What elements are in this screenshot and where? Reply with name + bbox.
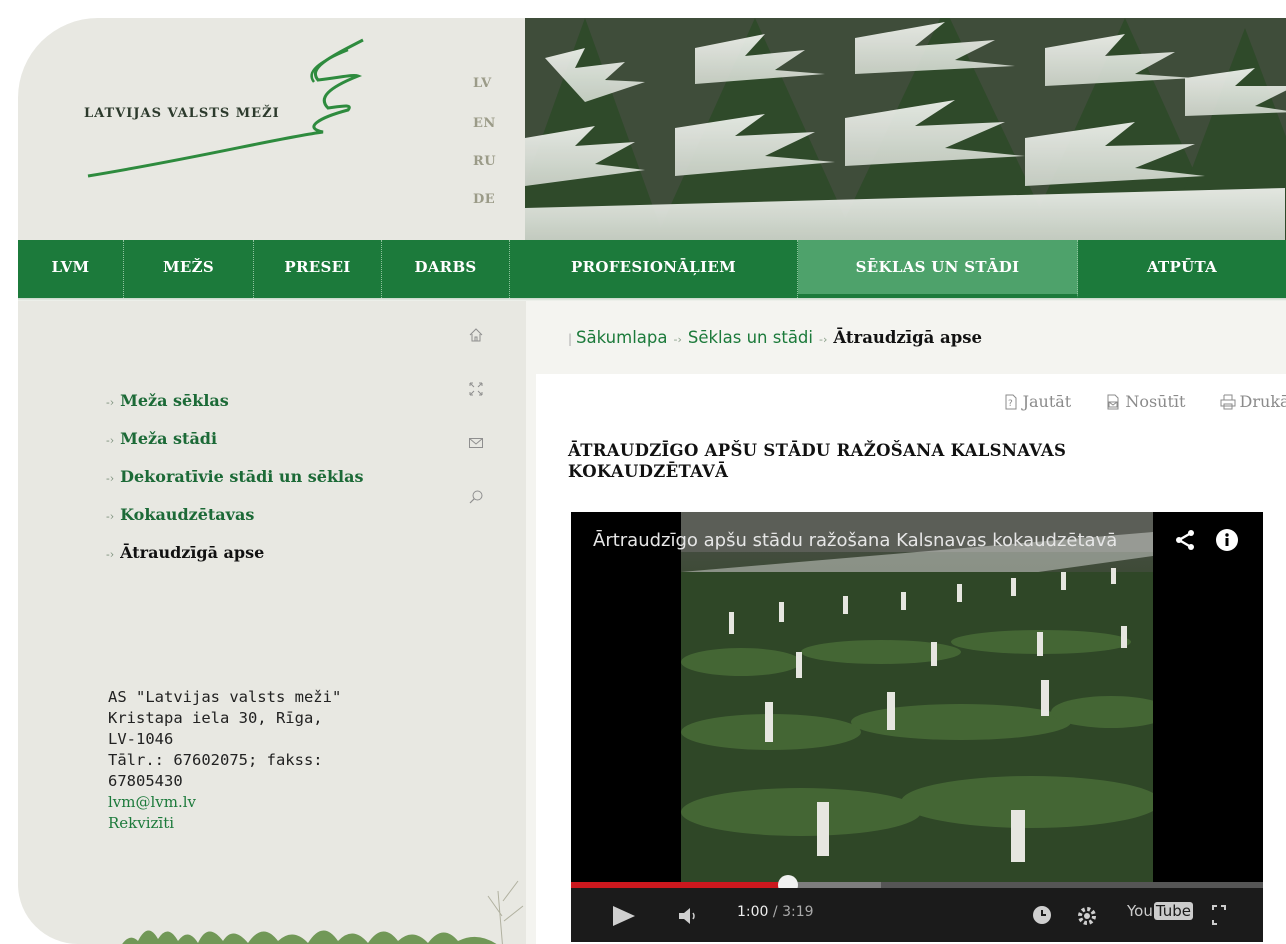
video-controls: 1:00 / 3:19 You Tube bbox=[571, 888, 1263, 942]
ask-button[interactable]: ? Jautāt bbox=[1002, 392, 1072, 411]
chevron-right-icon: -› bbox=[106, 472, 115, 485]
youtube-logo[interactable]: You Tube bbox=[1127, 902, 1194, 920]
nav-item-mezs[interactable]: MEŽS bbox=[124, 240, 254, 298]
chevron-right-icon: -› bbox=[106, 434, 115, 447]
side-menu-item-atraudziga-apse[interactable]: -› Ātraudzīgā apse bbox=[106, 543, 364, 581]
header-photo-snowy-forest bbox=[525, 18, 1286, 240]
logo-swoosh-icon[interactable] bbox=[78, 28, 378, 178]
address-fax: 67805430 bbox=[108, 772, 183, 790]
ask-label: Jautāt bbox=[1022, 392, 1072, 411]
print-label: Drukāt bbox=[1239, 392, 1286, 411]
breadcrumb-home[interactable]: Sākumlapa bbox=[576, 328, 667, 347]
side-menu-item-dekorativie[interactable]: -› Dekoratīvie stādi un sēklas bbox=[106, 467, 364, 505]
nav-item-lvm[interactable]: LVM bbox=[18, 240, 124, 298]
content-area: | Sākumlapa -› Sēklas un stādi -› Ātraudzīgā … bbox=[526, 301, 1286, 944]
send-mail-icon bbox=[1107, 394, 1119, 409]
address-street: Kristapa iela 30, Rīga, bbox=[108, 709, 323, 727]
address-postcode: LV-1046 bbox=[108, 730, 174, 748]
duration: 3:19 bbox=[782, 904, 814, 920]
watch-later-clock-icon[interactable] bbox=[1031, 904, 1053, 926]
info-icon[interactable] bbox=[1215, 528, 1239, 552]
article-title: ĀTRAUDZĪGO APŠU STĀDU RAŽOŠANA KALSNAVAS… bbox=[568, 440, 1228, 482]
nav-item-presei[interactable]: PRESEI bbox=[254, 240, 382, 298]
video-frame[interactable] bbox=[681, 512, 1153, 882]
nav-item-seklas-un-stadi[interactable]: SĒKLAS UN STĀDI bbox=[798, 240, 1078, 298]
article-tools: ? Jautāt Nosūtīt Drukāt bbox=[974, 392, 1286, 415]
page: LATVIJAS VALSTS MEŽI LV EN RU DE LVM MEŽ… bbox=[18, 18, 1286, 944]
logo-text[interactable]: LATVIJAS VALSTS MEŽI bbox=[84, 106, 280, 121]
address-phone: Tālr.: 67602075; fakss: bbox=[108, 751, 323, 769]
side-menu: -› Meža sēklas -› Meža stādi -› Dekoratīvie… bbox=[106, 391, 364, 581]
svg-text:?: ? bbox=[1008, 399, 1013, 409]
chevron-right-icon: -› bbox=[106, 548, 115, 561]
youtube-logo-tube: Tube bbox=[1153, 902, 1194, 920]
video-time: 1:00 / 3:19 bbox=[737, 904, 814, 920]
chevron-right-icon: -› bbox=[673, 333, 682, 346]
side-menu-label: Meža stādi bbox=[120, 429, 218, 448]
details-link[interactable]: Rekvizīti bbox=[108, 813, 408, 834]
article: ? Jautāt Nosūtīt Drukāt ĀTRAUDZĪGO APŠU … bbox=[536, 374, 1286, 944]
email-link[interactable]: lvm@lvm.lv bbox=[108, 792, 408, 813]
side-menu-label: Dekoratīvie stādi un sēklas bbox=[120, 467, 364, 486]
youtube-logo-you: You bbox=[1127, 902, 1153, 920]
chevron-right-icon: -› bbox=[819, 333, 828, 346]
sidebar-tool-icons bbox=[468, 327, 488, 543]
mail-icon[interactable] bbox=[468, 435, 484, 451]
article-title-line1: ĀTRAUDZĪGO APŠU STĀDU RAŽOŠANA KALSNAVAS bbox=[568, 441, 1067, 460]
volume-icon[interactable] bbox=[677, 904, 701, 928]
article-title-line2: KOKAUDZĒTAVĀ bbox=[568, 462, 729, 481]
question-doc-icon: ? bbox=[1005, 394, 1017, 409]
address-company: AS "Latvijas valsts meži" bbox=[108, 688, 342, 706]
side-menu-label: Kokaudzētavas bbox=[120, 505, 255, 524]
header-branding: LATVIJAS VALSTS MEŽI LV EN RU DE bbox=[18, 18, 525, 240]
side-menu-label: Meža sēklas bbox=[120, 391, 229, 410]
nav-item-profesionaliem[interactable]: PROFESIONĀĻIEM bbox=[510, 240, 798, 298]
treeline-decoration bbox=[122, 880, 524, 944]
side-menu-label: Ātraudzīgā apse bbox=[120, 543, 265, 562]
breadcrumb-section[interactable]: Sēklas un stādi bbox=[688, 328, 813, 347]
print-button[interactable]: Drukāt bbox=[1219, 392, 1286, 411]
nav-item-atputa[interactable]: ATPŪTA bbox=[1078, 240, 1286, 298]
main-nav: LVM MEŽS PRESEI DARBS PROFESIONĀĻIEM SĒK… bbox=[18, 240, 1286, 298]
breadcrumb: | Sākumlapa -› Sēklas un stādi -› Ātraudzīgā … bbox=[568, 328, 982, 347]
lang-ru[interactable]: RU bbox=[473, 154, 513, 169]
breadcrumb-current: Ātraudzīgā apse bbox=[833, 328, 983, 347]
chevron-right-icon: -› bbox=[106, 510, 115, 523]
home-icon[interactable] bbox=[468, 327, 484, 343]
settings-gear-icon[interactable] bbox=[1075, 904, 1099, 928]
company-address: AS "Latvijas valsts meži" Kristapa iela … bbox=[108, 687, 408, 834]
play-icon[interactable] bbox=[611, 904, 637, 928]
share-icon[interactable] bbox=[1173, 528, 1197, 552]
lang-lv[interactable]: LV bbox=[473, 76, 513, 91]
breadcrumb-divider: | bbox=[568, 332, 573, 346]
sidebar: -› Meža sēklas -› Meža stādi -› Dekoratīvie… bbox=[18, 301, 526, 944]
chevron-right-icon: -› bbox=[106, 396, 115, 409]
lang-en[interactable]: EN bbox=[473, 116, 513, 131]
video-title[interactable]: Ārtraudzīgo apšu stādu ražošana Kalsnava… bbox=[593, 530, 1153, 551]
side-menu-item-meza-seklas[interactable]: -› Meža sēklas bbox=[106, 391, 364, 429]
youtube-video-player[interactable]: Ārtraudzīgo apšu stādu ražošana Kalsnava… bbox=[571, 512, 1263, 942]
current-time: 1:00 bbox=[737, 904, 769, 920]
lang-de[interactable]: DE bbox=[473, 192, 513, 207]
search-icon[interactable] bbox=[468, 489, 484, 505]
fullscreen-icon[interactable] bbox=[1211, 904, 1227, 926]
sitemap-icon[interactable] bbox=[468, 381, 484, 397]
side-menu-item-meza-stadi[interactable]: -› Meža stādi bbox=[106, 429, 364, 467]
nav-item-darbs[interactable]: DARBS bbox=[382, 240, 510, 298]
side-menu-item-kokaudzetavas[interactable]: -› Kokaudzētavas bbox=[106, 505, 364, 543]
send-button[interactable]: Nosūtīt bbox=[1104, 392, 1185, 411]
send-label: Nosūtīt bbox=[1125, 392, 1186, 411]
printer-icon bbox=[1220, 394, 1236, 409]
